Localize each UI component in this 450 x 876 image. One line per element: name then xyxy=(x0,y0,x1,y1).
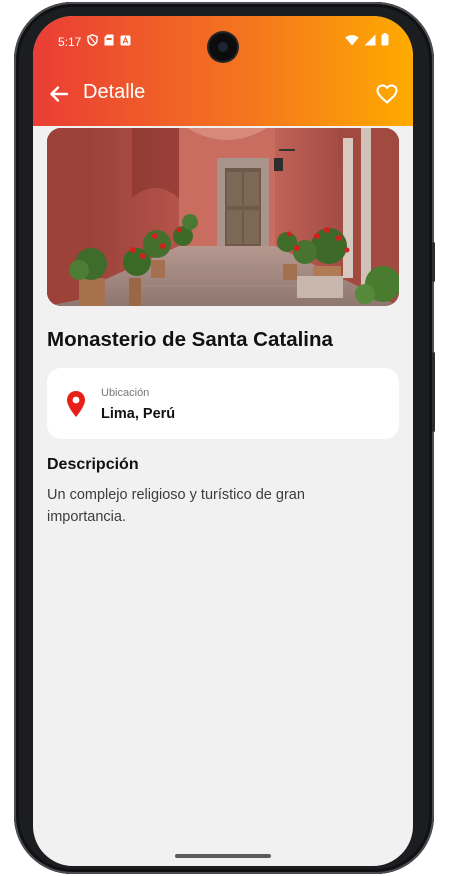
wifi-icon xyxy=(345,34,359,45)
shield-icon xyxy=(87,34,98,46)
location-label: Ubicación xyxy=(101,387,150,399)
monastery-street-image xyxy=(47,128,399,306)
home-indicator[interactable] xyxy=(175,854,271,858)
front-camera xyxy=(209,33,237,61)
side-button xyxy=(432,242,435,282)
location-pin-icon xyxy=(67,391,85,417)
battery-icon xyxy=(381,33,389,46)
top-bar: 5:17 Detalle xyxy=(33,16,413,126)
description-title: Descripción xyxy=(47,456,139,473)
text-a-icon xyxy=(120,35,131,45)
arrow-back-icon[interactable] xyxy=(47,82,71,106)
location-value: Lima, Perú xyxy=(101,406,176,422)
volume-button xyxy=(432,352,435,432)
location-card: Ubicación Lima, Perú xyxy=(47,368,399,439)
page-title: Detalle xyxy=(83,81,146,103)
description-text: Un complejo religioso y turístico de gra… xyxy=(47,487,305,525)
app-screen: 5:17 Detalle Monasterio de Santa Catalin… xyxy=(33,16,413,866)
signal-icon xyxy=(364,34,376,45)
place-name: Monasterio de Santa Catalina xyxy=(47,328,333,351)
sim-card-icon xyxy=(104,34,114,46)
heart-outline-icon[interactable] xyxy=(375,82,399,106)
app-bar: Detalle xyxy=(33,70,413,120)
place-image xyxy=(47,128,399,306)
status-time: 5:17 xyxy=(58,35,82,49)
